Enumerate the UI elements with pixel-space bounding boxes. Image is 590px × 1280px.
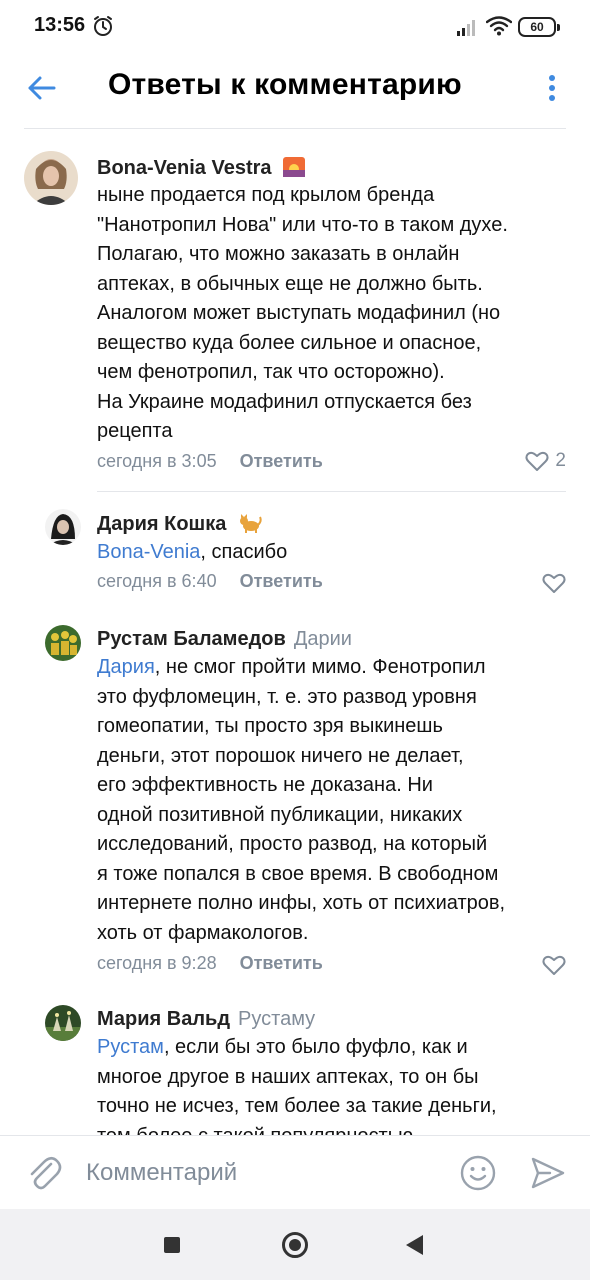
reply-to[interactable]: Рустаму	[238, 1008, 315, 1030]
author-name[interactable]: Мария Вальд	[97, 1008, 230, 1030]
status-bar: 13:56 60	[0, 0, 590, 56]
like-count: 2	[555, 450, 566, 471]
vertical-dots-icon[interactable]	[540, 72, 564, 104]
reply-button[interactable]: Ответить	[240, 571, 323, 591]
comment-body: , спасибо	[200, 541, 288, 563]
comment-meta: сегодня в 9:28 Ответить	[97, 953, 323, 974]
comment-text: Рустам, если бы это было фуфло, как и мн…	[97, 1033, 567, 1135]
comment-time: сегодня в 6:40	[97, 571, 217, 591]
battery-level: 60	[530, 20, 544, 34]
avatar[interactable]	[45, 1005, 81, 1041]
sunset-emoji-icon	[283, 157, 306, 177]
home-circle-icon[interactable]	[282, 1232, 308, 1258]
send-icon[interactable]	[530, 1156, 566, 1190]
heart-icon	[525, 451, 549, 471]
comment-text: Bona-Venia, спасибо	[97, 538, 567, 568]
comment-meta: сегодня в 3:05 Ответить	[97, 451, 323, 472]
comment-text: Дария, не смог пройти мимо. Фенотропил э…	[97, 653, 567, 948]
avatar[interactable]	[45, 509, 81, 545]
heart-icon	[542, 955, 566, 975]
battery-icon: 60	[518, 17, 560, 37]
arrow-left-icon[interactable]	[24, 70, 60, 106]
comments-list: Bona-Venia Vestra ныне продается под кры…	[0, 129, 590, 1135]
author-line: Bona-Venia Vestra	[97, 157, 306, 180]
avatar[interactable]	[45, 625, 81, 661]
reply-button[interactable]: Ответить	[240, 953, 323, 973]
alarm-icon	[94, 16, 112, 36]
reply-to[interactable]: Дарии	[294, 628, 352, 650]
cat-emoji-icon	[239, 514, 262, 533]
header: Ответы к комментарию	[0, 56, 590, 128]
like-button[interactable]	[542, 954, 566, 976]
comment-input[interactable]	[86, 1152, 446, 1194]
author-name[interactable]: Рустам Баламедов	[97, 628, 286, 650]
author-name[interactable]: Дария Кошка	[97, 513, 226, 535]
mention-link[interactable]: Bona-Venia	[97, 541, 200, 563]
avatar[interactable]	[24, 151, 78, 205]
page-title: Ответы к комментарию	[108, 68, 462, 101]
smile-icon[interactable]	[460, 1155, 496, 1191]
author-line: Рустам Баламедов Дарии	[97, 628, 352, 651]
back-triangle-icon[interactable]	[406, 1235, 423, 1255]
like-button[interactable]	[542, 572, 566, 594]
comment-meta: сегодня в 6:40 Ответить	[97, 571, 323, 592]
comment-time: сегодня в 3:05	[97, 451, 217, 471]
comment-composer	[0, 1135, 590, 1209]
like-button[interactable]: 2	[525, 450, 566, 472]
recents-square-icon[interactable]	[164, 1237, 180, 1253]
heart-icon	[542, 573, 566, 593]
author-line: Мария Вальд Рустаму	[97, 1008, 315, 1031]
signal-icon	[457, 20, 475, 36]
mention-link[interactable]: Рустам	[97, 1036, 164, 1058]
author-name[interactable]: Bona-Venia Vestra	[97, 157, 272, 179]
paperclip-icon[interactable]	[26, 1154, 62, 1192]
comment-text: ныне продается под крылом бренда "Нанотр…	[97, 184, 508, 442]
mention-link[interactable]: Дария	[97, 656, 155, 678]
reply-button[interactable]: Ответить	[240, 451, 323, 471]
comment-body: , не смог пройти мимо. Фенотропил это фу…	[97, 656, 506, 944]
author-line: Дария Кошка	[97, 513, 262, 536]
comment-time: сегодня в 9:28	[97, 953, 217, 973]
system-nav-bar	[0, 1209, 590, 1280]
separator	[97, 491, 566, 492]
status-time: 13:56	[34, 14, 86, 36]
wifi-icon	[486, 16, 512, 36]
